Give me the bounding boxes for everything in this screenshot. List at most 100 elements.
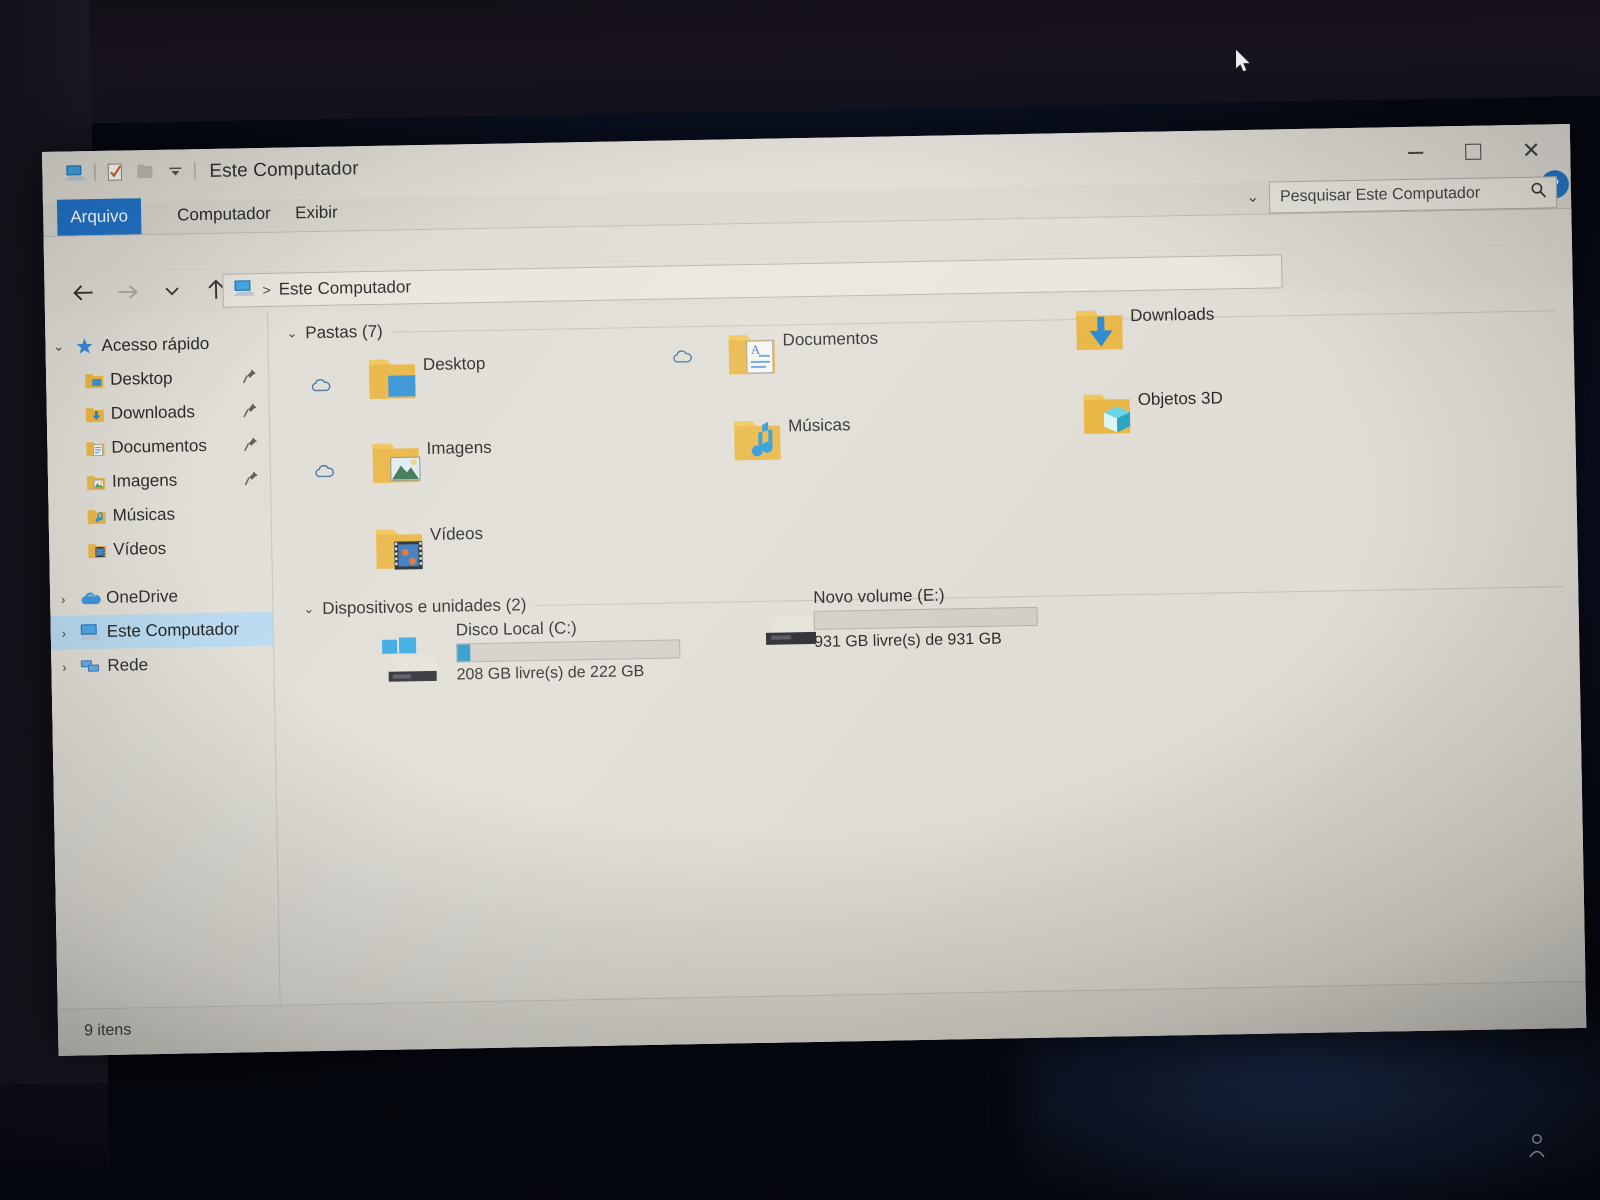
sidebar-item-downloads[interactable]: Downloads: [47, 394, 270, 432]
folder-tile-downloads[interactable]: Downloads: [1068, 301, 1215, 362]
drive-free-text: 931 GB livre(s) de 931 GB: [813, 630, 1002, 651]
chevron-down-icon[interactable]: ⌄: [303, 601, 314, 617]
folder-downloads-icon: [83, 404, 107, 423]
drive-usage-fill: [457, 644, 471, 662]
sidebar-item-label: Rede: [107, 655, 149, 675]
search-placeholder: Pesquisar Este Computador: [1279, 184, 1481, 206]
sidebar-item-label: Músicas: [112, 504, 176, 525]
folder-tile-label: Imagens: [426, 437, 492, 459]
pin-icon[interactable]: [243, 402, 258, 423]
drive-usage-bar: [456, 639, 681, 663]
breadcrumb-current: Este Computador: [278, 277, 412, 299]
sidebar-item-musicas[interactable]: Músicas: [48, 496, 271, 534]
search-input[interactable]: Pesquisar Este Computador: [1268, 176, 1558, 214]
group-divider: [534, 585, 1564, 606]
folder-tile-label: Objetos 3D: [1137, 388, 1223, 409]
navigation-buttons: [70, 277, 228, 306]
computer-icon[interactable]: [64, 163, 86, 182]
mouse-pointer-icon: [1236, 50, 1252, 74]
sidebar-item-label: Desktop: [110, 368, 173, 389]
explorer-body: ⌄ Acesso rápido Desktop Downloads Docume…: [45, 287, 1586, 1010]
navigation-pane: ⌄ Acesso rápido Desktop Downloads Docume…: [45, 311, 280, 1010]
sidebar-item-label: Downloads: [110, 402, 196, 423]
star-pin-icon: [71, 336, 97, 356]
qat-separator-2: [194, 162, 196, 180]
folder-tile-desktop[interactable]: Desktop: [361, 350, 486, 410]
chevron-down-icon[interactable]: ⌄: [286, 325, 297, 341]
chevron-right-icon[interactable]: ›: [50, 591, 76, 606]
folder-desktop-icon: [82, 370, 106, 389]
folder-tile-label: Desktop: [422, 353, 486, 375]
folder-tree: ⌄ Acesso rápido Desktop Downloads Docume…: [45, 326, 274, 684]
group-label: Dispositivos e unidades (2): [322, 595, 527, 618]
maximize-button[interactable]: [1444, 127, 1503, 176]
folder-tile-imagens[interactable]: Imagens: [364, 434, 492, 494]
folder-pictures-icon: [364, 435, 427, 494]
folder-videos-icon: [85, 540, 109, 559]
minimize-button[interactable]: [1386, 128, 1445, 177]
chevron-down-icon[interactable]: ⌄: [45, 338, 71, 354]
sidebar-item-label: Imagens: [111, 470, 178, 491]
sidebar-item-label: Acesso rápido: [101, 333, 210, 355]
properties-check-icon[interactable]: [104, 162, 125, 181]
pin-icon[interactable]: [243, 436, 258, 457]
drive-tile-c[interactable]: Disco Local (C:) 208 GB livre(s) de 222 …: [456, 616, 681, 684]
sidebar-item-rede[interactable]: › Rede: [51, 646, 274, 684]
chevron-right-icon[interactable]: ›: [51, 625, 77, 640]
drive-usage-bar: [813, 606, 1038, 630]
cloud-status-icon: [309, 377, 331, 398]
folder-documents-icon: A: [720, 326, 783, 385]
folder-tile-objetos-3d[interactable]: Objetos 3D: [1075, 384, 1223, 445]
group-divider: [390, 309, 1557, 333]
sidebar-group-quick-access[interactable]: ⌄ Acesso rápido: [45, 326, 268, 364]
recent-locations-button[interactable]: [158, 277, 184, 303]
pin-icon[interactable]: [244, 470, 259, 491]
drive-name: Disco Local (C:): [455, 618, 577, 640]
tab-exibir[interactable]: Exibir: [281, 194, 352, 231]
sidebar-item-label: Documentos: [111, 436, 208, 457]
forward-button[interactable]: [114, 278, 140, 304]
photo-scene: Este Computador ✕ ⌄ ? Arquivo Computador…: [0, 0, 1600, 1200]
new-folder-icon[interactable]: [134, 162, 155, 181]
close-button[interactable]: ✕: [1502, 126, 1561, 175]
tab-computador[interactable]: Computador: [163, 196, 285, 234]
quick-access-toolbar: [64, 161, 196, 182]
computer-icon: [77, 623, 103, 641]
folder-music-icon: [726, 412, 789, 471]
tab-arquivo[interactable]: Arquivo: [56, 198, 142, 236]
folder-tile-videos[interactable]: Vídeos: [368, 520, 484, 580]
folder-tile-documentos[interactable]: A Documentos: [720, 325, 878, 386]
sidebar-item-este-computador[interactable]: › Este Computador: [50, 611, 274, 650]
drive-free-text: 208 GB livre(s) de 222 GB: [456, 663, 645, 684]
sidebar-item-desktop[interactable]: Desktop: [46, 360, 269, 398]
folder-videos-icon: [368, 521, 431, 580]
group-label: Pastas (7): [305, 321, 383, 343]
breadcrumb-separator: >: [262, 281, 271, 298]
folder-tile-label: Músicas: [787, 415, 851, 436]
sidebar-item-documentos[interactable]: Documentos: [47, 428, 270, 466]
drive-tile-e[interactable]: Novo volume (E:) 931 GB livre(s) de 931 …: [813, 584, 1038, 652]
pin-icon[interactable]: [242, 368, 257, 389]
cloud-status-icon: [313, 463, 335, 484]
folder-desktop-icon: [361, 351, 424, 410]
sidebar-item-label: OneDrive: [105, 586, 179, 607]
person-icon: [1526, 1132, 1548, 1158]
onedrive-icon: [76, 589, 102, 606]
folder-pictures-icon: [84, 472, 108, 491]
sidebar-item-videos[interactable]: Vídeos: [49, 530, 272, 568]
window-title: Este Computador: [209, 158, 359, 182]
folder-tile-musicas[interactable]: Músicas: [726, 411, 851, 471]
drive-name: Novo volume (E:): [813, 585, 945, 607]
chevron-right-icon[interactable]: ›: [51, 659, 77, 674]
svg-text:A: A: [751, 342, 761, 357]
back-button[interactable]: [70, 279, 96, 305]
folder-tile-label: Vídeos: [429, 523, 484, 544]
customize-dropdown-icon[interactable]: [164, 161, 185, 180]
search-icon: [1530, 181, 1556, 203]
folder-tile-label: Documentos: [782, 328, 879, 350]
windows-drive-icon: [378, 637, 445, 682]
item-count: 9 itens: [83, 1021, 132, 1040]
sidebar-item-imagens[interactable]: Imagens: [48, 462, 271, 500]
sidebar-item-onedrive[interactable]: › OneDrive: [50, 578, 273, 616]
search-history-dropdown[interactable]: ⌄: [1246, 188, 1259, 206]
